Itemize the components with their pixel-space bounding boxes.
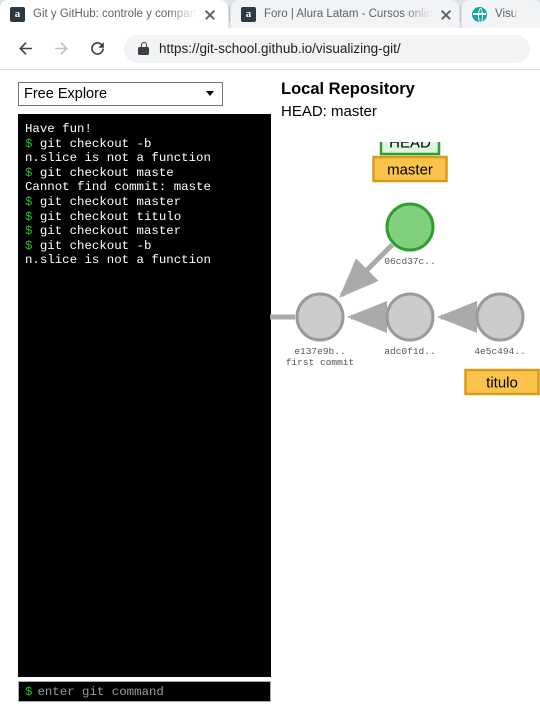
prompt-symbol: $ (25, 238, 40, 253)
terminal-output[interactable]: Have fun! $ git checkout -b n.slice is not… (18, 114, 271, 677)
terminal-line-text: git checkout master (39, 224, 182, 239)
level-selector-wrapper: Free Explore (18, 82, 223, 106)
commit-hash-label: adc0f1d.. (384, 346, 435, 357)
back-icon[interactable] (10, 34, 40, 64)
repository-panel: Local Repository HEAD: master e137e9b.. f… (270, 78, 540, 723)
address-bar[interactable]: https://git-school.github.io/visualizing… (124, 34, 530, 63)
terminal-line-text: git checkout titulo (39, 209, 182, 224)
terminal-input-row[interactable]: $ enter git command (18, 681, 271, 702)
tab-divider (460, 6, 461, 22)
prompt-symbol: $ (25, 209, 40, 224)
close-icon[interactable] (439, 7, 453, 21)
graph-edge (339, 242, 395, 298)
prompt-symbol: $ (25, 136, 40, 151)
terminal-line: $ git checkout -b (25, 239, 264, 254)
terminal-line-text: git checkout -b (39, 238, 152, 253)
terminal-line: Cannot find commit: maste (25, 180, 264, 195)
head-ref-text: HEAD (389, 142, 431, 152)
commit-node[interactable] (385, 292, 435, 342)
terminal-line: $ git checkout -b (25, 137, 264, 152)
commit-node[interactable] (295, 292, 345, 342)
terminal-line-text: git checkout -b (39, 136, 152, 151)
commit-hash-label: e137e9b.. (294, 346, 345, 357)
tab-title: Foro | Alura Latam - Cursos onlin (264, 8, 433, 20)
close-icon[interactable] (203, 7, 217, 21)
terminal-line: n.slice is not a function (25, 151, 264, 166)
terminal-line-text: git checkout master (39, 194, 182, 209)
terminal-line: $ git checkout maste (25, 166, 264, 181)
prompt-symbol: $ (25, 684, 33, 699)
browser-toolbar: https://git-school.github.io/visualizing… (0, 28, 540, 70)
tab-title: Git y GitHub: controle y compart (33, 8, 197, 20)
commit-hash-label: 06cd37c.. (384, 256, 435, 267)
terminal-line: n.slice is not a function (25, 253, 264, 268)
terminal-line: Have fun! (25, 122, 264, 137)
prompt-symbol: $ (25, 224, 40, 239)
level-select[interactable]: Free Explore (18, 82, 223, 106)
branch-ref-master[interactable]: master (372, 155, 448, 183)
terminal-input-placeholder: enter git command (37, 684, 164, 699)
globe-icon: g (472, 6, 487, 23)
branch-ref-titulo[interactable]: titulo (464, 368, 540, 396)
commit-node-current[interactable] (385, 202, 435, 252)
terminal-line-text: git checkout maste (39, 165, 174, 180)
terminal-line-text: Have fun! (25, 122, 92, 136)
terminal-line-text: n.slice is not a function (25, 151, 211, 166)
page-title: Local Repository (281, 80, 415, 98)
tab-title: Visu (495, 8, 518, 20)
prompt-symbol: $ (25, 194, 40, 209)
head-ref[interactable]: HEAD (379, 142, 441, 156)
commit-graph-svg: e137e9b..first commit adc0f1d.. 4e5c494.. 0… (270, 142, 540, 396)
terminal-line: $ git checkout master (25, 224, 264, 239)
prompt-symbol: $ (25, 165, 40, 180)
branch-ref-titulo-text: titulo (486, 375, 518, 392)
browser-tab-1[interactable]: a Git y GitHub: controle y compart (0, 0, 228, 28)
page-content: Free Explore Have fun! $ git checkout -b n… (0, 70, 540, 727)
tab-divider (229, 6, 230, 22)
tab-strip: a Git y GitHub: controle y compart a For… (0, 0, 540, 28)
commit-graph[interactable]: e137e9b.. first commit adc0f1d.. 4e5c494.. 0… (270, 142, 540, 562)
terminal-line: $ git checkout titulo (25, 210, 264, 225)
commit-hash-label: 4e5c494.. (474, 346, 525, 357)
browser-tab-3[interactable]: g Visu (462, 0, 540, 28)
alura-a-icon: a (10, 6, 25, 22)
reload-icon[interactable] (82, 34, 112, 64)
commit-node[interactable] (475, 292, 525, 342)
alura-a-icon: a (241, 6, 256, 22)
commit-message-label: first commit (286, 357, 354, 368)
browser-tab-2[interactable]: a Foro | Alura Latam - Cursos onlin (231, 0, 459, 28)
lock-icon (138, 42, 149, 55)
branch-ref-master-text: master (387, 162, 433, 179)
terminal-line-text: n.slice is not a function (25, 253, 211, 268)
forward-icon[interactable] (46, 34, 76, 64)
terminal-line: $ git checkout master (25, 195, 264, 210)
terminal-line-text: Cannot find commit: maste (25, 180, 211, 195)
url-text: https://git-school.github.io/visualizing… (159, 41, 401, 56)
head-status: HEAD: master (281, 103, 377, 120)
left-panel: Free Explore Have fun! $ git checkout -b n… (18, 82, 271, 702)
graph-nodes: e137e9b..first commit adc0f1d.. 4e5c494.. 0… (286, 202, 526, 368)
browser-chrome: a Git y GitHub: controle y compart a For… (0, 0, 540, 70)
